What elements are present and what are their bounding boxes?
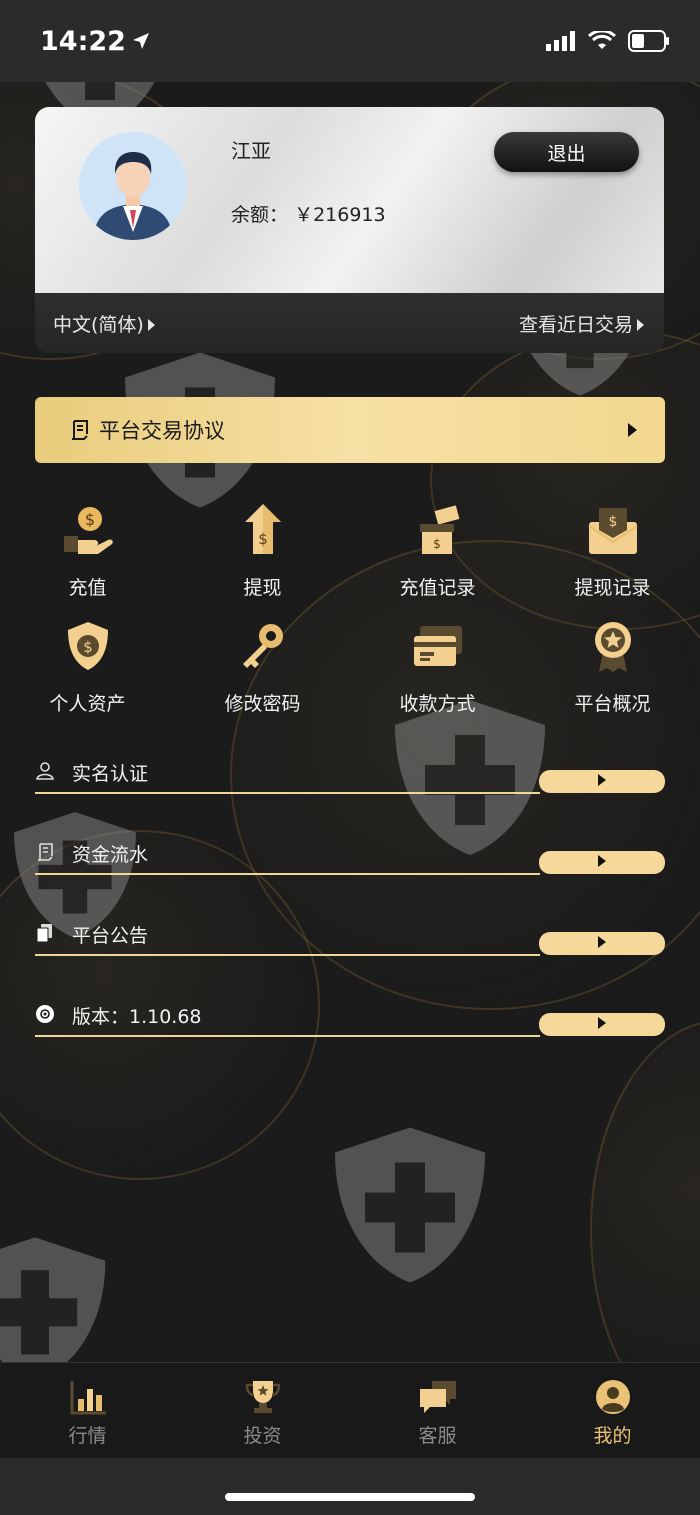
status-time-text: 14:22: [40, 25, 126, 57]
chat-icon: [419, 1381, 456, 1413]
divider: [35, 1035, 540, 1037]
balance: 余额： ￥216913: [231, 200, 386, 227]
svg-text:$: $: [608, 514, 617, 530]
language-label: 中文(简体): [53, 313, 144, 336]
grid-item-withdraw[interactable]: $ 提现: [175, 495, 350, 611]
agreement-label: 平台交易协议: [99, 419, 225, 443]
deposit-record-icon: $: [419, 505, 459, 554]
list-item-label: 实名认证: [72, 763, 149, 785]
balance-label: 余额：: [231, 204, 289, 226]
status-time: 14:22: [40, 26, 150, 57]
grid-item-deposit-record[interactable]: $ 充值记录: [350, 495, 525, 611]
list-item-arrow-button[interactable]: [539, 932, 665, 955]
grid-item-label: 个人资产: [49, 693, 126, 715]
divider: [35, 873, 540, 875]
settings-list: 实名认证 资金流水 平台公告 版本：1.10.68: [35, 745, 665, 1069]
tab-label: 我的: [593, 1425, 632, 1447]
svg-text:$: $: [83, 638, 93, 656]
list-item-arrow-button[interactable]: [539, 851, 665, 874]
withdraw-icon: $: [244, 504, 281, 554]
profile-card: 江亚 余额： ￥216913 退出 中文(简体) 查看近日交易: [35, 107, 664, 353]
notice-icon: [36, 924, 52, 943]
list-item-arrow-button[interactable]: [539, 770, 665, 793]
grid-item-change-password[interactable]: 修改密码: [175, 611, 350, 727]
divider: [35, 792, 540, 794]
deposit-icon: $: [63, 507, 113, 554]
arrow-right-icon: [598, 854, 606, 867]
list-item-version[interactable]: 版本：1.10.68: [35, 988, 665, 1069]
grid-item-deposit[interactable]: $ 充值: [0, 495, 175, 611]
shield-watermark-icon: [335, 1127, 485, 1283]
version-icon: [36, 1005, 54, 1023]
grid-item-label: 收款方式: [399, 693, 476, 715]
grid-item-payment-method[interactable]: 收款方式: [350, 611, 525, 727]
battery-icon: [628, 30, 669, 52]
arrow-right-icon: [628, 423, 637, 437]
language-selector[interactable]: 中文(简体): [53, 310, 155, 337]
caret-right-icon: [147, 319, 155, 331]
svg-text:$: $: [433, 537, 441, 551]
list-item-arrow-button[interactable]: [539, 1013, 665, 1036]
grid-item-withdraw-record[interactable]: $ 提现记录: [525, 495, 700, 611]
profile-footer: 中文(简体) 查看近日交易: [35, 293, 664, 353]
tab-invest[interactable]: 投资: [175, 1363, 350, 1458]
recent-trades-link[interactable]: 查看近日交易: [519, 310, 644, 337]
status-indicators: [546, 30, 670, 52]
list-item-fund-flow[interactable]: 资金流水: [35, 826, 665, 907]
home-indicator-area: [0, 1458, 700, 1515]
payment-card-icon: [413, 626, 462, 666]
wifi-icon: [588, 31, 616, 49]
trophy-icon: [245, 1381, 280, 1413]
recent-trades-label: 查看近日交易: [518, 313, 633, 336]
profile-icon: [595, 1380, 630, 1414]
tab-market[interactable]: 行情: [0, 1363, 175, 1458]
grid-item-label: 充值记录: [399, 577, 476, 599]
tab-mine[interactable]: 我的: [525, 1363, 700, 1458]
list-item-real-name[interactable]: 实名认证: [35, 745, 665, 826]
badge-star-icon: [594, 622, 631, 672]
status-bar: 14:22: [0, 0, 700, 82]
svg-text:$: $: [84, 510, 94, 529]
caret-right-icon: [637, 319, 644, 331]
assets-shield-icon: $: [67, 622, 108, 670]
divider: [35, 954, 540, 956]
grid-item-label: 提现: [243, 577, 282, 599]
profile-header: 江亚 余额： ￥216913 退出: [35, 107, 664, 293]
avatar: [79, 132, 187, 240]
grid-item-assets[interactable]: $ 个人资产: [0, 611, 175, 727]
list-item-label: 版本：1.10.68: [72, 1006, 202, 1028]
arrow-right-icon: [598, 773, 606, 786]
grid-item-label: 充值: [68, 577, 107, 599]
document-icon: [72, 420, 88, 440]
home-indicator[interactable]: [225, 1493, 475, 1501]
agreement-banner[interactable]: 平台交易协议: [35, 397, 665, 463]
arrow-right-icon: [598, 1016, 606, 1029]
document-icon: [38, 843, 53, 861]
key-icon: [242, 624, 283, 668]
grid-item-label: 修改密码: [224, 693, 301, 715]
list-item-label: 平台公告: [72, 925, 149, 947]
logout-button[interactable]: 退出: [494, 132, 639, 172]
tab-label: 行情: [68, 1425, 107, 1447]
arrow-right-icon: [598, 935, 606, 948]
function-grid: $ 充值 $ 提现 $ 充值记录 $ 提现记录 $ 个人资产 修改密码 收款方式…: [0, 495, 700, 727]
grid-item-label: 平台概况: [574, 693, 651, 715]
grid-item-label: 提现记录: [574, 577, 651, 599]
user-name: 江亚: [231, 139, 271, 163]
withdraw-record-icon: $: [587, 508, 638, 554]
chart-bars-icon: [70, 1381, 106, 1415]
tab-label: 客服: [418, 1425, 457, 1447]
balance-value: ￥216913: [294, 204, 386, 226]
svg-text:$: $: [258, 530, 268, 548]
list-item-label: 资金流水: [72, 844, 149, 866]
tab-support[interactable]: 客服: [350, 1363, 525, 1458]
tab-bar: 行情 投资 客服 我的: [0, 1362, 700, 1458]
avatar-man-icon: [79, 132, 187, 240]
signal-icon: [546, 31, 575, 51]
location-arrow-icon: [132, 33, 149, 49]
grid-item-platform-overview[interactable]: 平台概况: [525, 611, 700, 727]
tab-label: 投资: [243, 1425, 282, 1447]
list-item-announcement[interactable]: 平台公告: [35, 907, 665, 988]
user-icon: [36, 762, 54, 780]
